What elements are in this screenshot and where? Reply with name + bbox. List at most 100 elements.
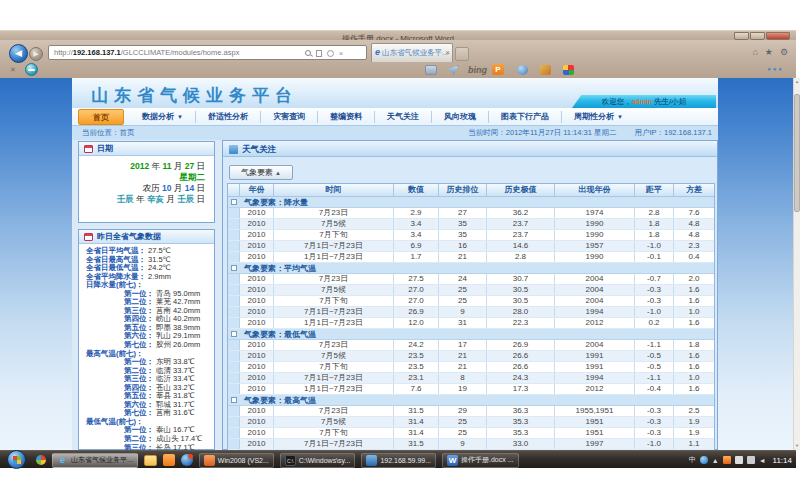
nav-item[interactable]: 风向玫瑰	[431, 111, 488, 123]
tray-expand-icon[interactable]: ▲	[712, 457, 719, 464]
table-row[interactable]: 20101月1日~7月23日12.03122.320120.21.6	[228, 318, 714, 329]
browser-tab[interactable]: e 山东省气候业务平... ×	[371, 43, 453, 62]
mail-icon[interactable]	[425, 65, 437, 75]
toolbar-close-icon[interactable]: ✕	[10, 66, 16, 74]
table-row[interactable]: 20107月1日~7月23日31.5933.01997-1.01.1	[228, 439, 714, 450]
element-filter-button[interactable]: 气象要素▲	[229, 165, 293, 180]
volume-icon[interactable]: ◄	[759, 457, 766, 464]
table-row[interactable]: 20101月1日~7月23日1.7212.81990-0.10.4	[228, 252, 714, 263]
nav-item[interactable]: 图表下行产品	[488, 111, 561, 123]
clock[interactable]: 11:14	[773, 456, 792, 465]
table-row[interactable]: 20107月5候23.52126.61991-0.51.6	[228, 351, 714, 362]
table-row[interactable]: 20107月下旬31.42535.31951-0.31.9	[228, 428, 714, 439]
plugin-circle-icon[interactable]	[25, 63, 38, 76]
group-row[interactable]: 气象要素：最高气温	[228, 395, 714, 406]
network-icon[interactable]	[747, 456, 755, 464]
refresh-icon[interactable]	[327, 50, 334, 57]
scrollbar-thumb[interactable]	[794, 94, 800, 212]
tab-close-icon[interactable]: ×	[445, 44, 450, 61]
table-row[interactable]: 20107月下旬3.43523.719901.84.8	[228, 230, 714, 241]
grid-header-spacer[interactable]	[228, 184, 240, 196]
taskbar-item-rdp[interactable]: 192.168.59.99...	[361, 453, 436, 468]
browser-back-button[interactable]: ◀	[9, 44, 28, 63]
taskbar-item-round[interactable]	[181, 454, 193, 466]
group-row[interactable]: 气象要素：降水量	[228, 197, 714, 208]
plugin-icon-3[interactable]	[563, 65, 574, 75]
new-tab-button[interactable]	[455, 47, 469, 61]
scroll-down-icon[interactable]: ▼	[794, 442, 800, 450]
compatibility-icon[interactable]	[316, 50, 322, 57]
table-row[interactable]: 20107月下旬23.52126.61991-0.51.6	[228, 362, 714, 373]
grid-header-cell[interactable]: 出现年份	[555, 184, 635, 196]
page-scrollbar[interactable]: ▲ ▼	[793, 78, 800, 450]
taskbar-item-orange[interactable]	[163, 454, 175, 466]
grid-header-cell[interactable]: 年份	[240, 184, 274, 196]
search-icon[interactable]	[305, 50, 311, 56]
favorites-star-icon[interactable]: ★	[765, 47, 773, 57]
picture-plugin-icon[interactable]: P	[492, 64, 504, 75]
group-checkbox[interactable]	[231, 331, 237, 337]
home-icon[interactable]: ⌂	[752, 47, 757, 57]
plugin-icon-1[interactable]	[517, 65, 528, 75]
settings-gear-icon[interactable]: ⚙	[780, 47, 788, 57]
table-row[interactable]: 20107月5候27.02530.52004-0.31.6	[228, 285, 714, 296]
taskbar-item-vm[interactable]: Win2008 (VS2...	[199, 453, 274, 468]
table-row[interactable]: 20107月23日27.52430.72004-0.72.0	[228, 274, 714, 285]
grid-header-cell[interactable]: 距平	[635, 184, 674, 196]
table-row[interactable]: 20107月23日24.21726.92004-1.11.8	[228, 340, 714, 351]
grid-header-cell[interactable]: 数值	[394, 184, 439, 196]
input-method-indicator[interactable]: 中	[689, 455, 696, 465]
table-cell: 12.0	[394, 318, 439, 328]
maximize-button[interactable]	[750, 32, 765, 40]
browser-forward-button[interactable]: ▶	[29, 47, 43, 61]
table-row[interactable]: 20107月5候3.43523.719901.84.8	[228, 219, 714, 230]
table-row[interactable]: 20107月5候31.42535.31951-0.31.9	[228, 417, 714, 428]
group-row[interactable]: 气象要素：最低气温	[228, 329, 714, 340]
table-cell: 1991	[555, 351, 635, 361]
browser-viewport: 山东省气候业务平台 欢迎您，admin 先生/小姐 首页数据分析▼舒适性分析灾害…	[0, 78, 793, 450]
taskbar-item-word[interactable]: W操作手册.docx ...	[442, 453, 519, 468]
table-row[interactable]: 20107月1日~7月23日6.91614.61957-1.02.3	[228, 241, 714, 252]
table-cell: 1.8	[674, 340, 715, 350]
group-checkbox[interactable]	[231, 397, 237, 403]
tray-fire-icon[interactable]	[723, 456, 731, 464]
nav-item[interactable]: 天气关注	[374, 111, 431, 123]
taskbar-item-folder[interactable]	[144, 455, 157, 466]
table-row[interactable]: 20107月23日31.52936.31955,1951-0.32.5	[228, 406, 714, 417]
table-cell: 27.5	[394, 274, 439, 284]
group-row[interactable]: 气象要素：平均气温	[228, 263, 714, 274]
taskbar-item-ie[interactable]: e山东省气候业务平...	[52, 453, 138, 468]
start-button[interactable]	[7, 450, 26, 469]
stop-icon[interactable]: ×	[339, 50, 343, 57]
grid-header-cell[interactable]: 历史排位	[439, 184, 487, 196]
close-button[interactable]	[766, 32, 790, 40]
tray-blue-icon[interactable]	[700, 456, 708, 464]
nav-item[interactable]: 舒适性分析	[195, 111, 260, 123]
table-cell: 4.8	[674, 219, 715, 229]
grid-header-cell[interactable]: 历史极值	[487, 184, 555, 196]
scroll-up-icon[interactable]: ▲	[794, 78, 800, 86]
table-row[interactable]: 20107月23日2.92736.219742.87.6	[228, 208, 714, 219]
table-cell: 1.6	[674, 318, 715, 328]
send-icon[interactable]	[447, 65, 459, 75]
taskbar-item-cmd[interactable]: C:\C:\Windows\sy...	[280, 453, 356, 468]
table-row[interactable]: 20107月下旬27.02530.52004-0.31.6	[228, 296, 714, 307]
overflow-dots-icon[interactable]: ●●●	[767, 66, 784, 72]
nav-item[interactable]: 整编资料	[317, 111, 374, 123]
plugin-icon-2[interactable]	[540, 65, 551, 75]
nav-item[interactable]: 灾害查询	[260, 111, 317, 123]
action-center-flag-icon[interactable]	[735, 456, 743, 464]
table-row[interactable]: 20107月1日~7月23日26.9928.01994-1.01.0	[228, 307, 714, 318]
grid-header-cell[interactable]: 方差	[674, 184, 715, 196]
grid-header-cell[interactable]: 时间	[274, 184, 394, 196]
nav-item[interactable]: 周期性分析▼	[561, 111, 635, 123]
table-row[interactable]: 20107月1日~7月23日23.1824.31994-1.11.0	[228, 373, 714, 384]
minimize-button[interactable]	[734, 32, 749, 40]
nav-item[interactable]: 首页	[78, 109, 124, 125]
group-checkbox[interactable]	[231, 265, 237, 271]
table-row[interactable]: 20101月1日~7月23日7.61917.32012-0.41.6	[228, 384, 714, 395]
bing-logo[interactable]: bing	[468, 65, 487, 75]
group-checkbox[interactable]	[231, 199, 237, 205]
nav-item[interactable]: 数据分析▼	[130, 111, 195, 123]
pinwheel-icon[interactable]	[36, 455, 46, 465]
